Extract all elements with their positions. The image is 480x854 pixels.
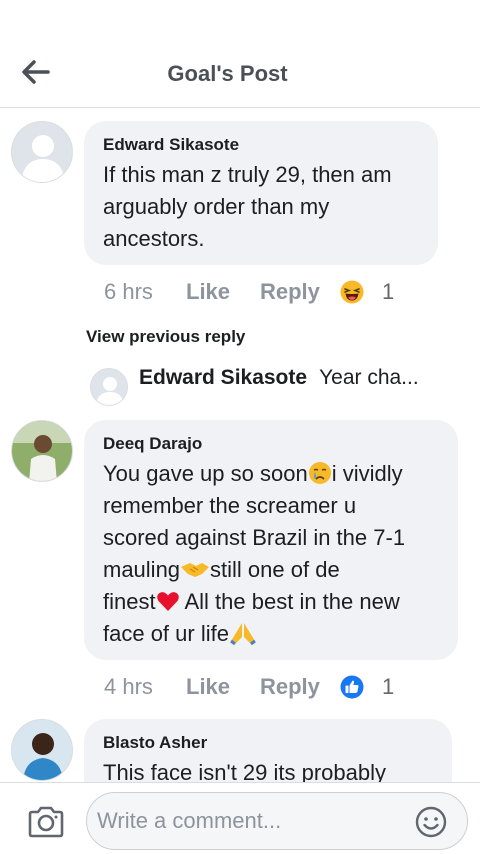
text-segment: finest	[103, 589, 156, 614]
text-segment: mauling	[103, 557, 181, 582]
comment-text-line: ancestors.	[103, 226, 205, 251]
reaction-count[interactable]: 1	[382, 279, 394, 305]
text-segment: still one of de	[210, 557, 340, 582]
comment-text-line: You gave up so soon i vividly	[103, 458, 440, 490]
handshake-icon	[181, 563, 210, 577]
avatar[interactable]	[11, 719, 73, 781]
comment-composer	[0, 782, 480, 854]
comment-input-box[interactable]	[86, 792, 468, 850]
comment-input[interactable]	[97, 805, 397, 837]
comment-text-line: If this man z truly 29, then am	[103, 162, 392, 187]
profile-photo	[12, 720, 72, 780]
reply-button[interactable]: Reply	[260, 674, 340, 700]
text-segment: i vividly	[331, 461, 403, 486]
default-avatar-icon	[12, 122, 72, 182]
comment-author[interactable]: Edward Sikasote	[103, 135, 420, 155]
comment-text-line: finest All the best in the new	[103, 586, 440, 618]
text-segment: You gave up so soon	[103, 461, 308, 486]
profile-photo	[12, 421, 72, 481]
like-icon[interactable]	[340, 675, 364, 699]
comment-timestamp[interactable]: 4 hrs	[104, 674, 186, 700]
comment-timestamp[interactable]: 6 hrs	[104, 279, 186, 305]
avatar[interactable]	[11, 121, 73, 183]
comment-bubble: Deeq Darajo You gave up so soon i vividly…	[84, 420, 458, 660]
reply-author[interactable]: Edward Sikasote	[139, 366, 307, 390]
comment-author[interactable]: Deeq Darajo	[103, 434, 440, 454]
reply-preview[interactable]: Edward Sikasote Year cha...	[90, 366, 450, 390]
comment-text-line: arguably order than my	[103, 194, 330, 219]
like-button[interactable]: Like	[186, 279, 260, 305]
text-segment: All the best in the new	[179, 589, 400, 614]
haha-icon[interactable]	[340, 280, 364, 304]
comment-bubble: Edward Sikasote If this man z truly 29, …	[84, 121, 438, 265]
comment-text-line: face of ur life	[103, 618, 440, 650]
crying-face-icon	[308, 462, 331, 484]
like-button[interactable]: Like	[186, 674, 260, 700]
reply-text: Year cha...	[319, 366, 419, 389]
red-heart-icon	[156, 592, 179, 611]
comment-text-line: mauling still one of de	[103, 554, 440, 586]
comment-author[interactable]: Blasto Asher	[103, 733, 434, 753]
text-segment: face of ur life	[103, 621, 229, 646]
smiley-icon[interactable]	[415, 806, 447, 838]
comment-actions: 6 hrs Like Reply 1	[104, 279, 394, 305]
header-bar: Goal's Post	[0, 0, 480, 108]
folded-hands-icon	[230, 623, 256, 645]
comment-text-line: remember the screamer u	[103, 493, 357, 518]
view-previous-reply-link[interactable]: View previous reply	[86, 327, 245, 347]
comment-text: If this man z truly 29, then am arguably…	[103, 159, 420, 255]
comment-text: You gave up so soon i vividly remember th…	[103, 458, 440, 650]
comment-text-line: scored against Brazil in the 7-1	[103, 525, 406, 550]
page-title: Goal's Post	[167, 61, 288, 86]
comment-actions: 4 hrs Like Reply 1	[104, 674, 394, 700]
reply-button[interactable]: Reply	[260, 279, 340, 305]
avatar[interactable]	[11, 420, 73, 482]
camera-icon[interactable]	[27, 806, 65, 838]
reaction-count[interactable]: 1	[382, 674, 394, 700]
